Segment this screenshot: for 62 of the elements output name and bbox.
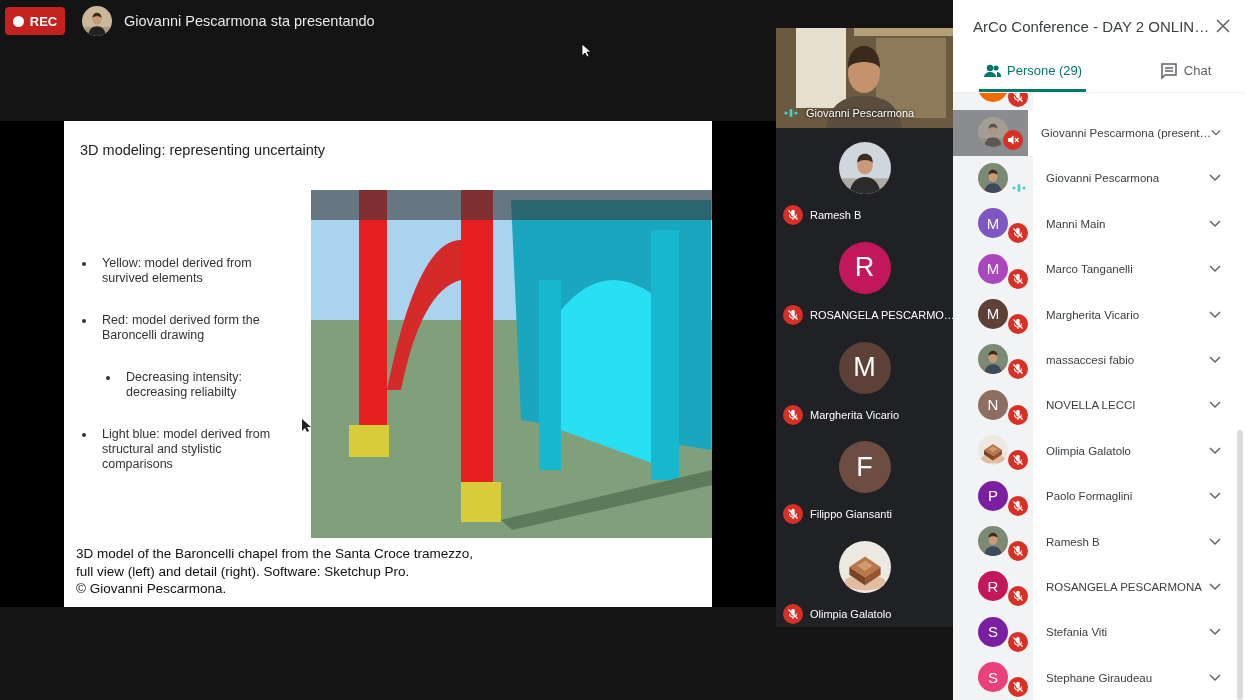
participant-name: Margherita Vicario — [1046, 308, 1141, 321]
expand-chevron-icon[interactable] — [1209, 401, 1221, 410]
participant-name: NOVELLA LECCI — [1046, 399, 1137, 412]
scrollbar-thumb[interactable] — [1237, 430, 1243, 700]
bullet-text: Decreasing intensity: decreasing reliabilty — [126, 370, 243, 400]
tab[interactable]: Chat — [1126, 52, 1245, 92]
participant-name: Giovanni Pescarmona — [1046, 172, 1161, 185]
expand-chevron-icon[interactable] — [1209, 628, 1221, 637]
meeting-title: ArCo Conference - DAY 2 ONLIN… — [973, 17, 1211, 35]
avatar: M — [838, 341, 891, 394]
bullet-text: Red: model derived form the Baroncelli drawing — [102, 313, 260, 343]
bullet-dot — [82, 433, 86, 437]
avatar: F — [838, 441, 891, 494]
avatar: S — [978, 662, 1008, 693]
expand-chevron-icon[interactable] — [1209, 583, 1221, 591]
slide-caption: 3D model of the Baroncelli chapel from the Santa Croce tramezzo, full view (left) and detail (right). Software: Sketchup Pro. © Giovanni Pescarmona. — [76, 545, 474, 598]
avatar: P — [978, 480, 1008, 511]
participant-name: Giovanni Pescarmona (present… — [1041, 127, 1212, 140]
expand-chevron-icon[interactable] — [1209, 174, 1221, 183]
participant-name: Olimpia Galatolo — [810, 608, 892, 621]
participant-name: Olimpia Galatolo — [1046, 444, 1132, 457]
bullet-text: Yellow: model derived from survived elements — [102, 256, 252, 286]
expand-chevron-icon[interactable] — [1209, 219, 1221, 228]
bullet-dot — [82, 319, 86, 323]
presenter-status-text: Giovanni Pescarmona sta presentando — [124, 13, 375, 29]
expand-chevron-icon[interactable] — [1209, 673, 1221, 682]
bullet-text: Light blue: model derived from structural and stylistic comparisons — [102, 427, 271, 472]
close-icon[interactable] — [1215, 18, 1231, 34]
participant-name: Stefania Viti — [1046, 626, 1109, 639]
participant-name: Filippo Giansanti — [810, 508, 892, 521]
slide-title: 3D modeling: representing uncertainty — [80, 142, 327, 160]
participant-name: Manni Main — [1046, 217, 1107, 230]
participant-name: ROSANGELA PESCARMO… — [810, 308, 955, 321]
expand-chevron-icon[interactable] — [1209, 310, 1221, 319]
expand-chevron-icon[interactable] — [1209, 356, 1221, 365]
avatar: R — [838, 241, 891, 294]
expand-chevron-icon[interactable] — [1209, 492, 1221, 501]
participant-name: massaccesi fabio — [1046, 354, 1136, 367]
avatar: N — [978, 389, 1008, 420]
bullet-dot — [82, 262, 86, 266]
expand-chevron-icon[interactable] — [1209, 446, 1221, 455]
participant-name: Margherita Vicario — [810, 408, 900, 421]
participant-name: Paolo Formaglini — [1046, 490, 1134, 503]
expand-chevron-icon[interactable] — [1211, 129, 1221, 138]
participant-name: Ramesh B — [810, 209, 862, 221]
avatar: M — [978, 298, 1008, 329]
participant-name: Giovanni Pescarmona — [806, 107, 915, 119]
avatar: M — [978, 253, 1008, 284]
expand-chevron-icon[interactable] — [1209, 265, 1221, 274]
participant-name: ROSANGELA PESCARMONA — [1046, 581, 1203, 593]
participant-name: Ramesh B — [1046, 535, 1101, 548]
bullet-dot — [106, 376, 110, 380]
cursor-icon — [581, 43, 591, 58]
participant-name: Marco Tanganelli — [1046, 263, 1134, 276]
record-button[interactable]: REC — [5, 7, 65, 35]
participant-name: Stephane Giraudeau — [1046, 671, 1154, 684]
avatar: R — [978, 571, 1008, 602]
avatar: S — [978, 616, 1008, 647]
expand-chevron-icon[interactable] — [1209, 537, 1221, 546]
cursor-icon — [301, 418, 311, 433]
avatar: M — [978, 208, 1008, 239]
chat-icon — [1159, 61, 1178, 80]
